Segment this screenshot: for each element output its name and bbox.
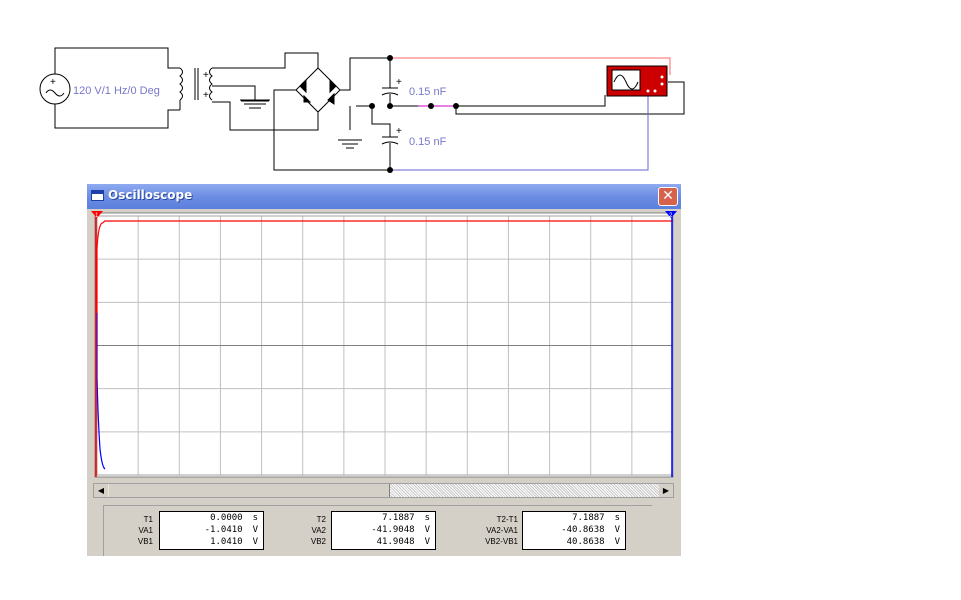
readout-unit: V <box>614 537 620 547</box>
readout-unit: V <box>252 537 258 547</box>
readout-label: T2-T1 <box>496 515 518 524</box>
readout-value: -41.9048 <box>371 525 415 535</box>
time-scrollbar[interactable]: ◀ ▶ <box>93 483 674 498</box>
readout-unit: V <box>424 525 430 535</box>
readout-value: 1.0410 <box>210 537 243 547</box>
readout-value: 41.9048 <box>376 537 415 547</box>
readout-value: -40.8638 <box>561 525 605 535</box>
bridge-rectifier[interactable] <box>273 57 390 171</box>
oscilloscope-instrument-icon[interactable] <box>606 65 668 97</box>
title-bar[interactable]: Oscilloscope ✕ <box>87 184 681 209</box>
readout-unit: V <box>252 525 258 535</box>
circuit-schematic: + 120 V/1 Hz/0 Deg + + + + 0.15 nF 0.15 … <box>39 47 685 173</box>
cursor-readout-panel: T1 VA1 VB1 0.0000 s -1.0410 V 1.0410 V T2 V… <box>103 505 652 556</box>
readout-label: VA2 <box>311 526 326 535</box>
capacitor-2-label: 0.15 nF <box>409 136 447 148</box>
readout-label: VB1 <box>137 537 153 546</box>
window-icon <box>91 190 104 201</box>
capacitor-1-label: 0.15 nF <box>409 86 447 98</box>
readout-label: VB2-VB1 <box>485 537 518 546</box>
readout-label: T2 <box>316 515 326 524</box>
readout-label: VA2-VA1 <box>486 526 518 535</box>
svg-text:+: + <box>396 126 402 137</box>
readout-value: 7.1887 <box>572 513 605 523</box>
svg-text:+: + <box>203 90 209 101</box>
readout-box-3: 7.1887 s -40.8638 V 40.8638 V <box>522 511 626 550</box>
readout-box-1: 0.0000 s -1.0410 V 1.0410 V <box>159 511 264 550</box>
svg-text:+: + <box>203 70 209 81</box>
close-button[interactable]: ✕ <box>658 187 678 206</box>
readout-value: 0.0000 <box>210 513 243 523</box>
source-label: 120 V/1 Hz/0 Deg <box>73 85 160 97</box>
svg-text:+: + <box>50 77 56 88</box>
readout-label: T1 <box>143 515 153 524</box>
readout-unit: s <box>424 513 430 523</box>
readout-value: 7.1887 <box>382 513 415 523</box>
readout-label: VB2 <box>310 537 326 546</box>
readout-value: 40.8638 <box>566 537 605 547</box>
window-title: Oscilloscope <box>108 188 193 202</box>
svg-text:+: + <box>396 77 402 88</box>
scroll-track[interactable] <box>390 484 659 497</box>
readout-box-2: 7.1887 s -41.9048 V 41.9048 V <box>331 511 436 550</box>
scope-display: 1 2 <box>87 209 681 479</box>
readout-unit: s <box>614 513 620 523</box>
readout-label: VA1 <box>138 526 153 535</box>
scroll-left-arrow-icon[interactable]: ◀ <box>94 484 108 497</box>
readout-value: -1.0410 <box>204 525 243 535</box>
readout-unit: s <box>252 513 258 523</box>
oscilloscope-window: Oscilloscope ✕ 1 2 ◀ ▶ T1 VA1 VB1 0.0000… <box>87 184 681 556</box>
scroll-right-arrow-icon[interactable]: ▶ <box>659 484 673 497</box>
ac-source[interactable]: + <box>39 73 71 105</box>
transformer[interactable]: + + <box>179 67 213 110</box>
readout-unit: V <box>614 525 620 535</box>
secondary-wires <box>212 52 319 131</box>
junctions <box>369 55 459 173</box>
readout-unit: V <box>424 537 430 547</box>
scroll-thumb[interactable] <box>109 484 390 497</box>
